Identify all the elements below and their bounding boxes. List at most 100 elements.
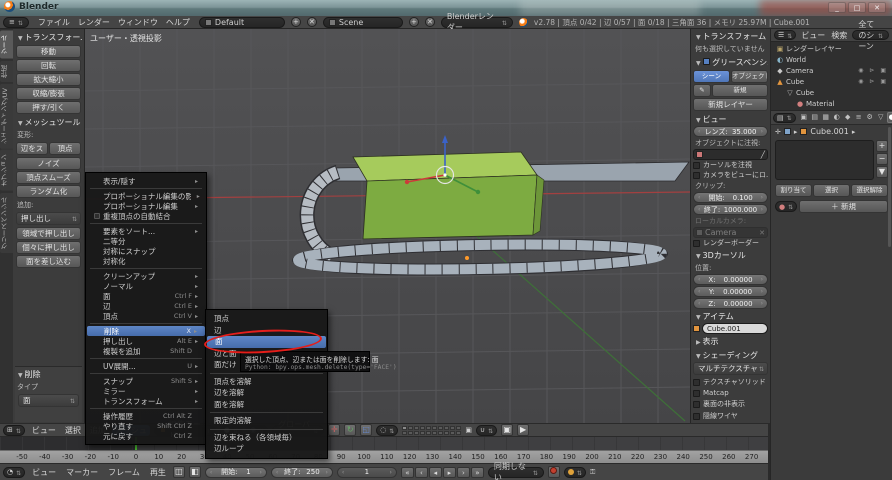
context-menu-item[interactable]: ミラー: [86, 386, 206, 396]
properties-tab[interactable]: ▦: [821, 112, 831, 123]
layer-cell[interactable]: [408, 426, 413, 430]
lock-cursor-checkbox[interactable]: カーソルを注視: [693, 160, 768, 170]
outliner-row[interactable]: ◐ World ◉ ⊳ ▣: [773, 54, 890, 65]
npanel-transform-header[interactable]: トランスフォーム: [693, 29, 768, 43]
render-opengl-anim-button[interactable]: ▶: [517, 424, 529, 436]
lens-slider[interactable]: ‹レンズ:35.000›: [693, 126, 768, 137]
timeline-menu[interactable]: マーカー: [63, 467, 101, 478]
context-menu-item[interactable]: 要素をソート...: [86, 226, 206, 236]
gpencil-header[interactable]: グリースペンシルレイ: [693, 55, 768, 69]
lock-time-button[interactable]: ◧: [189, 466, 201, 478]
props-editor-selector[interactable]: ▤: [773, 113, 796, 123]
context-menu-item[interactable]: 面 Ctrl F: [86, 291, 206, 301]
outliner-row[interactable]: ▲ Cube ◉ ⊳ ▣: [773, 76, 890, 87]
context-menu-item[interactable]: 二等分: [86, 236, 206, 246]
outliner-row[interactable]: ● Material ◉ ⊳ ▣: [773, 98, 890, 109]
screen-layout-selector[interactable]: Default: [199, 17, 285, 28]
layer-cell[interactable]: [426, 426, 431, 430]
new-material-button[interactable]: ＋ 新規: [799, 200, 888, 213]
layer-cell[interactable]: [414, 426, 419, 430]
add-slot-button[interactable]: +: [876, 140, 888, 152]
transform-tool-button[interactable]: 回転: [16, 59, 81, 72]
tool-shelf-tab[interactable]: シェーディング/UV: [0, 84, 13, 149]
extrude-dropdown[interactable]: 押し出し: [16, 212, 81, 225]
layer-cell[interactable]: [408, 431, 413, 435]
lock-object-field[interactable]: ╱: [693, 149, 768, 160]
gpencil-new-button[interactable]: 新規: [712, 84, 768, 97]
clip-end-slider[interactable]: ‹終了:1000.000›: [693, 204, 768, 215]
keying-set-dropdown[interactable]: [564, 467, 586, 478]
delete-submenu-item[interactable]: 頂点: [206, 313, 327, 325]
deform-tool-button[interactable]: ランダム化: [16, 185, 81, 198]
cursor-z-slider[interactable]: ‹Z:0.00000›: [693, 298, 768, 309]
new-layer-button[interactable]: 新規レイヤー: [693, 98, 768, 111]
gpencil-draw-icon[interactable]: ✎: [693, 84, 711, 97]
tool-shelf-tab[interactable]: ツール: [0, 31, 13, 59]
properties-tab[interactable]: ◐: [832, 112, 842, 123]
delete-submenu-item[interactable]: 辺ループ: [206, 443, 327, 455]
view-panel-header[interactable]: ビュー: [693, 112, 768, 126]
layer-cell[interactable]: [420, 426, 425, 430]
display-panel-header[interactable]: 表示: [693, 334, 768, 348]
layer-cell[interactable]: [438, 431, 443, 435]
topbar-menu[interactable]: ヘルプ: [163, 17, 193, 28]
item-panel-header[interactable]: アイテム: [693, 309, 768, 323]
properties-tab[interactable]: ▽: [876, 112, 886, 123]
context-menu-item[interactable]: 対称化: [86, 256, 206, 266]
tool-shelf-tab[interactable]: グリースペンシル: [0, 193, 13, 253]
delete-submenu-item[interactable]: 辺を束ねる（各領域毎）: [206, 432, 327, 444]
gpencil-scene-toggle[interactable]: シーン: [693, 70, 730, 83]
add-tool-button[interactable]: 領域で押し出し: [16, 227, 81, 240]
gpencil-object-toggle[interactable]: オブジェクト: [731, 70, 768, 83]
preview-range-button[interactable]: ◫: [173, 466, 185, 478]
add-scene-button[interactable]: +: [409, 17, 419, 27]
render-opengl-button[interactable]: ▣: [501, 424, 513, 436]
add-tool-button[interactable]: 面を差し込む: [16, 255, 81, 268]
transform-panel-header[interactable]: トランスフォーム: [15, 30, 82, 44]
context-menu-item[interactable]: やり直す Shift Ctrl Z: [86, 421, 206, 431]
layer-cell[interactable]: [402, 426, 407, 430]
properties-tab[interactable]: ◆: [843, 112, 853, 123]
context-menu-item[interactable]: プロポーショナル編集: [86, 201, 206, 211]
transform-tool-button[interactable]: 押す/引く: [16, 101, 81, 114]
visibility-toggles[interactable]: ◉ ⊳ ▣: [858, 67, 890, 74]
delete-submenu-item[interactable]: 頂点を溶解: [206, 376, 327, 388]
frame-end-field[interactable]: ‹終了:250›: [271, 467, 333, 478]
transform-tool-button[interactable]: 移動: [16, 45, 81, 58]
layer-grid[interactable]: [402, 426, 461, 435]
visibility-toggles[interactable]: ◉ ⊳ ▣: [858, 78, 890, 85]
delete-scene-button[interactable]: ✕: [425, 17, 435, 27]
slot-specials-button[interactable]: ▼: [876, 166, 888, 178]
shading-checkbox[interactable]: テクスチャソリッド: [693, 377, 768, 387]
window-control-button[interactable]: _: [828, 2, 846, 13]
context-menu-item[interactable]: 元に戻す Ctrl Z: [86, 431, 206, 441]
layer-cell[interactable]: [450, 431, 455, 435]
delete-submenu-item[interactable]: 辺を溶解: [206, 387, 327, 399]
lock-camera-checkbox[interactable]: カメラをビューにロ...: [693, 170, 768, 180]
shading-checkbox[interactable]: 裏面の非表示: [693, 399, 768, 409]
context-menu-item[interactable]: 押し出し Alt E: [86, 336, 206, 346]
tool-shelf-tab[interactable]: 作成: [0, 61, 13, 82]
context-menu-item[interactable]: プロポーショナル編集の影響減衰タイプ: [86, 191, 206, 201]
cursor-y-slider[interactable]: ‹Y:0.00000›: [693, 286, 768, 297]
layer-cell[interactable]: [402, 431, 407, 435]
breadcrumb-object-name[interactable]: Cube.001: [810, 127, 848, 136]
outliner-menu[interactable]: ビュー: [800, 30, 826, 41]
properties-tab[interactable]: ≡: [854, 112, 864, 123]
layer-cell[interactable]: [414, 431, 419, 435]
context-menu-item[interactable]: UV展開... U: [86, 361, 206, 371]
tool-shelf-tab[interactable]: オプション: [0, 150, 13, 191]
manipulator-rotate-button[interactable]: ↻: [344, 424, 356, 436]
layer-cell[interactable]: [456, 426, 461, 430]
shading-checkbox[interactable]: 隠線ワイヤ: [693, 411, 768, 421]
deform-tool-button[interactable]: ノイズ: [16, 157, 81, 170]
timeline-ruler[interactable]: -50-40-30-20-100102030405060708090100110…: [0, 450, 768, 463]
view3d-menu[interactable]: ビュー: [29, 425, 59, 436]
operator-panel-header[interactable]: 削除: [15, 367, 82, 381]
record-button[interactable]: [548, 466, 560, 478]
playback-button[interactable]: ▸: [443, 467, 456, 478]
layer-cell[interactable]: [426, 431, 431, 435]
properties-tab[interactable]: ▤: [810, 112, 820, 123]
remove-slot-button[interactable]: −: [876, 153, 888, 165]
clip-start-slider[interactable]: ‹開始:0.100›: [693, 192, 768, 203]
